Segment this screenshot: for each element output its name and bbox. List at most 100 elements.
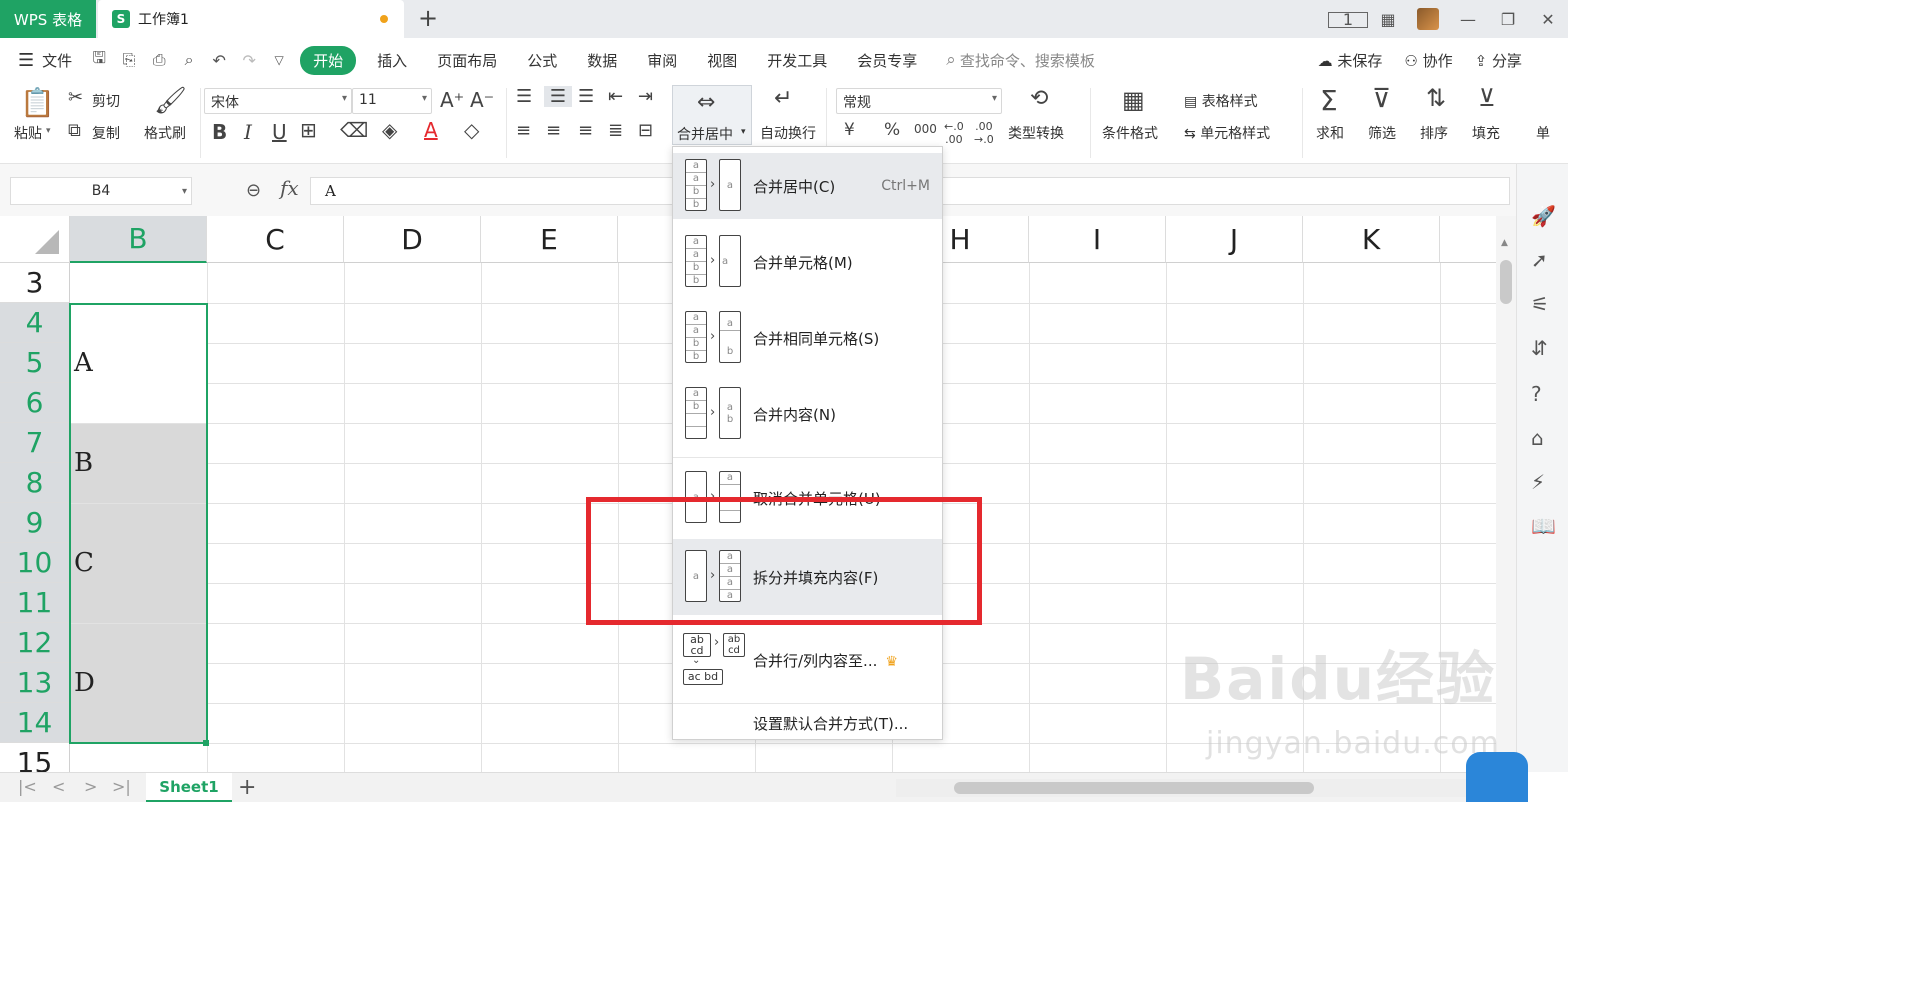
file-menu[interactable]: ☰ 文件	[0, 50, 84, 71]
prev-sheet-icon[interactable]: <	[52, 777, 65, 796]
fill-button[interactable]: 填充	[1472, 123, 1500, 143]
column-header-j[interactable]: J	[1166, 216, 1303, 263]
row-header-13[interactable]: 13	[0, 663, 70, 703]
row-header-9[interactable]: 9	[0, 503, 70, 543]
menu-item-merge-cells[interactable]: aabb › a 合并单元格(M)	[673, 229, 942, 295]
column-header-l[interactable]	[1440, 216, 1496, 263]
rocket-icon[interactable]: 🚀	[1531, 204, 1556, 228]
format-painter-button[interactable]: 格式刷	[144, 123, 186, 143]
tab-page-layout[interactable]: 页面布局	[422, 50, 512, 71]
transform-icon[interactable]: ⇵	[1531, 336, 1548, 360]
horizontal-scrollbar[interactable]	[896, 779, 1500, 797]
underline-icon[interactable]: U	[272, 120, 287, 144]
redo-icon[interactable]: ↷	[234, 51, 264, 70]
row-header-6[interactable]: 6	[0, 383, 70, 423]
book-icon[interactable]: 📖	[1531, 514, 1556, 538]
menu-item-merge-rows-cols[interactable]: ab cd › ab cd ⌄ ac bd 合并行/列内容至... ♛	[673, 625, 942, 695]
row-header-11[interactable]: 11	[0, 583, 70, 623]
align-middle-icon[interactable]: ☰	[544, 86, 572, 107]
column-header-k[interactable]: K	[1303, 216, 1440, 263]
indent-decrease-icon[interactable]: ⇤	[608, 86, 623, 107]
cut-button[interactable]: 剪切	[92, 91, 120, 111]
menu-item-split-and-fill[interactable]: a › aaaa 拆分并填充内容(F)	[673, 539, 942, 615]
page-view-icon[interactable]: 1	[1328, 10, 1368, 29]
pointer-icon[interactable]: ➚	[1531, 248, 1548, 272]
close-icon[interactable]: ✕	[1528, 10, 1568, 29]
distributed-icon[interactable]: ⊟	[638, 120, 653, 141]
print-preview-icon[interactable]: ⌕	[174, 50, 204, 70]
font-size-select[interactable]: 11 ▾	[352, 88, 432, 114]
zoom-formula-icon[interactable]: ⊖	[246, 180, 261, 201]
font-name-select[interactable]: 宋体 ▾	[204, 88, 352, 114]
column-header-d[interactable]: D	[344, 216, 481, 263]
cell-style-button[interactable]: ⇆ 单元格样式	[1184, 123, 1270, 143]
erase-format-icon[interactable]: ⌫	[340, 118, 368, 142]
decrease-font-icon[interactable]: A⁻	[470, 88, 494, 112]
vertical-scroll-thumb[interactable]	[1500, 260, 1512, 304]
bold-icon[interactable]: B	[212, 120, 227, 144]
sum-button[interactable]: 求和	[1316, 123, 1344, 143]
export-icon[interactable]: ⎘	[114, 50, 144, 70]
fill-handle[interactable]	[203, 740, 209, 746]
thousands-icon[interactable]: 000	[914, 122, 937, 136]
cell-b12-merged[interactable]: D	[70, 623, 207, 743]
table-style-button[interactable]: ▤ 表格样式	[1184, 91, 1258, 111]
row-header-10[interactable]: 10	[0, 543, 70, 583]
undo-icon[interactable]: ↶	[204, 51, 234, 70]
first-sheet-icon[interactable]: |<	[18, 777, 37, 796]
collaborate-button[interactable]: ⚇ 协作	[1404, 50, 1452, 71]
fill-color-icon[interactable]: ◈	[382, 118, 397, 142]
paste-icon[interactable]: 📋	[20, 86, 55, 119]
tab-review[interactable]: 审阅	[632, 50, 692, 71]
document-tab[interactable]: S 工作簿1	[98, 0, 404, 38]
horizontal-scroll-thumb[interactable]	[954, 782, 1314, 794]
menu-item-merge-contents[interactable]: ab › ab 合并内容(N)	[673, 381, 942, 447]
row-header-8[interactable]: 8	[0, 463, 70, 503]
align-top-icon[interactable]: ☰	[516, 86, 532, 107]
align-left-icon[interactable]: ≡	[516, 120, 531, 141]
store-icon[interactable]: ⌂	[1531, 426, 1544, 450]
select-all-corner[interactable]	[0, 216, 70, 263]
decrease-decimal-icon[interactable]: .00 →.0	[974, 120, 994, 146]
scroll-up-icon[interactable]: ▲	[1501, 238, 1508, 248]
minimize-icon[interactable]: —	[1448, 10, 1488, 29]
copy-button[interactable]: 复制	[92, 123, 120, 143]
more-ribbon-button[interactable]: 单	[1536, 123, 1550, 143]
menu-item-default-merge[interactable]: 设置默认合并方式(T)...	[673, 707, 942, 739]
type-convert-button[interactable]: 类型转换	[1008, 123, 1064, 143]
sheet-tab-sheet1[interactable]: Sheet1	[146, 773, 232, 802]
column-header-e[interactable]: E	[481, 216, 618, 263]
merge-center-button[interactable]: ⇔ 合并居中 ▾	[672, 85, 752, 145]
lightning-icon[interactable]: ⚡	[1531, 470, 1545, 494]
add-sheet-button[interactable]: +	[238, 775, 256, 800]
align-bottom-icon[interactable]: ☰	[578, 86, 594, 107]
print-icon[interactable]: ⎙	[144, 50, 174, 70]
tab-data[interactable]: 数据	[572, 50, 632, 71]
increase-font-icon[interactable]: A⁺	[440, 88, 464, 112]
border-icon[interactable]: ⊞	[300, 118, 317, 142]
increase-decimal-icon[interactable]: ←.0.00	[944, 120, 964, 146]
font-color-icon[interactable]: A	[424, 118, 438, 142]
align-right-icon[interactable]: ≡	[578, 120, 593, 141]
row-header-15[interactable]: 15	[0, 743, 70, 772]
tab-view[interactable]: 视图	[692, 50, 752, 71]
command-search[interactable]: ⌕ 查找命令、搜索模板	[946, 50, 1095, 71]
quick-access-dropdown-icon[interactable]: ▽	[264, 53, 294, 67]
column-header-b[interactable]: B	[70, 216, 207, 263]
cell-b4-merged[interactable]: A	[70, 303, 207, 423]
tab-member[interactable]: 会员专享	[842, 50, 932, 71]
assistant-bird-icon[interactable]	[1466, 752, 1528, 802]
menu-item-merge-center[interactable]: aabb › a 合并居中(C) Ctrl+M	[673, 153, 942, 219]
paste-dropdown-icon[interactable]: ▾	[46, 126, 51, 136]
menu-item-merge-same-cells[interactable]: aabb › ab 合并相同单元格(S)	[673, 305, 942, 371]
next-sheet-icon[interactable]: >	[84, 777, 97, 796]
row-header-4[interactable]: 4	[0, 303, 70, 343]
wps-app-tab[interactable]: WPS 表格	[0, 0, 96, 38]
row-header-3[interactable]: 3	[0, 263, 70, 303]
avatar[interactable]	[1417, 8, 1439, 30]
align-center-icon[interactable]: ≡	[546, 120, 561, 141]
clear-icon[interactable]: ◇	[464, 118, 479, 142]
cell-b7-merged[interactable]: B	[70, 423, 207, 503]
restore-icon[interactable]: ❐	[1488, 10, 1528, 29]
indent-increase-icon[interactable]: ⇥	[638, 86, 653, 107]
